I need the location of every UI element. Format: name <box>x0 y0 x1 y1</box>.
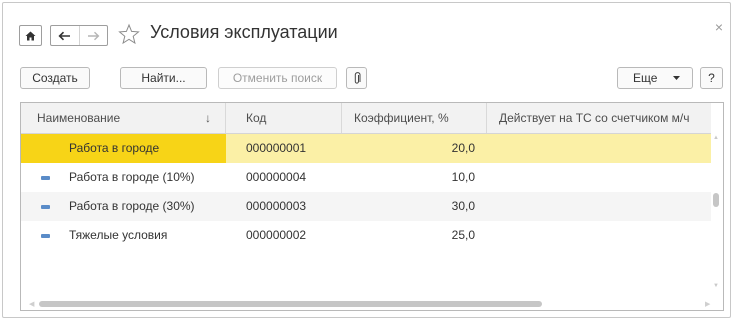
column-header-name[interactable]: Наименование ↓ <box>21 103 226 133</box>
back-button[interactable] <box>51 26 79 45</box>
table-row[interactable]: Тяжелые условия 000000002 25,0 <box>21 221 711 250</box>
conditions-table: Наименование ↓ Код Коэффициент, % Действ… <box>20 102 724 311</box>
navigation-group <box>50 25 108 46</box>
scroll-left-arrow-icon[interactable]: ◀ <box>29 300 34 308</box>
form-window: Условия эксплуатации × Создать Найти... … <box>2 2 731 318</box>
forward-arrow-icon <box>87 31 100 40</box>
cell-coefficient: 20,0 <box>451 141 475 155</box>
more-label: Еще <box>633 71 658 85</box>
horizontal-scrollbar-thumb[interactable] <box>39 301 542 307</box>
vertical-scrollbar-thumb[interactable] <box>713 193 719 207</box>
scroll-down-arrow-icon[interactable]: ▼ <box>713 283 719 291</box>
cell-name: Тяжелые условия <box>69 228 168 242</box>
cell-code: 000000003 <box>246 199 307 213</box>
home-button[interactable] <box>19 25 42 46</box>
cell-code: 000000001 <box>246 141 307 155</box>
cancel-search-button[interactable]: Отменить поиск <box>218 67 337 89</box>
forward-button[interactable] <box>78 26 108 45</box>
close-icon[interactable]: × <box>715 20 723 34</box>
column-header-coefficient[interactable]: Коэффициент, % <box>342 103 487 133</box>
title-bar: Условия эксплуатации × <box>3 3 730 57</box>
back-arrow-icon <box>58 31 71 40</box>
cell-meter <box>487 134 711 163</box>
table-row[interactable]: Работа в городе 000000001 20,0 <box>21 134 711 163</box>
favorite-star-icon[interactable] <box>118 23 140 45</box>
cell-name: Работа в городе (30%) <box>69 199 195 213</box>
page-title: Условия эксплуатации <box>150 22 338 42</box>
home-icon <box>25 31 36 40</box>
cell-name: Работа в городе <box>21 134 226 163</box>
help-button[interactable]: ? <box>700 67 723 89</box>
sort-descending-icon: ↓ <box>205 111 211 125</box>
paperclip-icon <box>354 71 360 84</box>
cell-coefficient: 30,0 <box>451 199 475 213</box>
cell-code: 000000002 <box>246 228 307 242</box>
more-menu-button[interactable]: Еще <box>617 67 693 89</box>
create-button[interactable]: Создать <box>20 67 90 89</box>
table-header: Наименование ↓ Код Коэффициент, % Действ… <box>21 103 711 134</box>
table-row[interactable]: Работа в городе (10%) 000000004 10,0 <box>21 163 711 192</box>
cell-code: 000000004 <box>246 170 307 184</box>
find-button[interactable]: Найти... <box>120 67 207 89</box>
cell-coefficient: 25,0 <box>451 228 475 242</box>
cell-name: Работа в городе (10%) <box>69 170 195 184</box>
cell-coefficient: 10,0 <box>451 170 475 184</box>
column-header-meter[interactable]: Действует на ТС со счетчиком м/ч <box>487 103 711 133</box>
cell-meter <box>487 221 711 250</box>
attachments-button[interactable] <box>346 67 367 89</box>
scroll-right-arrow-icon[interactable]: ▶ <box>705 300 710 308</box>
scroll-up-arrow-icon[interactable]: ▲ <box>713 135 719 143</box>
dropdown-caret-icon <box>673 76 680 80</box>
column-header-code[interactable]: Код <box>226 103 342 133</box>
table-row[interactable]: Работа в городе (30%) 000000003 30,0 <box>21 192 711 221</box>
cell-meter <box>487 163 711 192</box>
cell-meter <box>487 192 711 221</box>
